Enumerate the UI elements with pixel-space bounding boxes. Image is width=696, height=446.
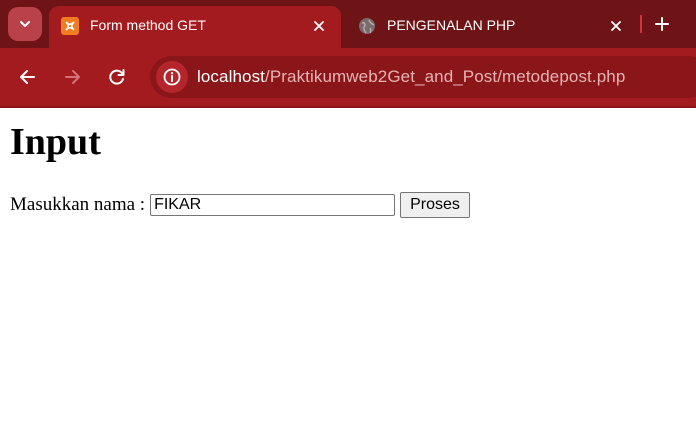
reload-icon <box>109 69 125 85</box>
tab-title: Form method GET <box>90 17 206 33</box>
browser-toolbar: localhost/Praktikumweb2Get_and_Post/meto… <box>0 48 696 106</box>
forward-button[interactable] <box>60 65 84 89</box>
arrow-right-icon <box>65 70 80 84</box>
name-form: Masukkan nama : Proses <box>10 192 470 218</box>
tab-form-method-get[interactable]: Form method GET <box>49 6 341 48</box>
url-host: localhost <box>197 67 265 86</box>
tab-divider <box>640 15 642 33</box>
xampp-icon <box>61 17 79 35</box>
arrow-left-icon <box>20 70 35 84</box>
globe-icon <box>359 18 375 34</box>
tab-title: PENGENALAN PHP <box>387 17 516 33</box>
close-tab-icon[interactable] <box>309 16 329 36</box>
tab-strip: Form method GET PENGENALAN PHP <box>0 0 696 48</box>
proses-button[interactable]: Proses <box>400 192 470 218</box>
tab-pengenalan-php[interactable]: PENGENALAN PHP <box>346 6 638 48</box>
info-icon <box>163 68 181 86</box>
close-tab-icon[interactable] <box>606 16 626 36</box>
address-bar[interactable]: localhost/Praktikumweb2Get_and_Post/meto… <box>150 56 696 98</box>
name-label: Masukkan nama : <box>10 194 146 215</box>
page-content: Input Masukkan nama : Proses <box>0 108 696 446</box>
url-text: localhost/Praktikumweb2Get_and_Post/meto… <box>197 67 625 87</box>
name-input[interactable] <box>150 194 396 216</box>
site-info-button[interactable] <box>156 61 188 93</box>
plus-icon <box>655 17 669 31</box>
tab-search-button[interactable] <box>8 7 42 41</box>
reload-button[interactable] <box>105 65 129 89</box>
new-tab-button[interactable] <box>650 12 674 36</box>
url-path: /Praktikumweb2Get_and_Post/metodepost.ph… <box>265 67 626 86</box>
chevron-down-icon <box>20 21 30 27</box>
back-button[interactable] <box>16 65 40 89</box>
page-heading: Input <box>10 121 101 163</box>
